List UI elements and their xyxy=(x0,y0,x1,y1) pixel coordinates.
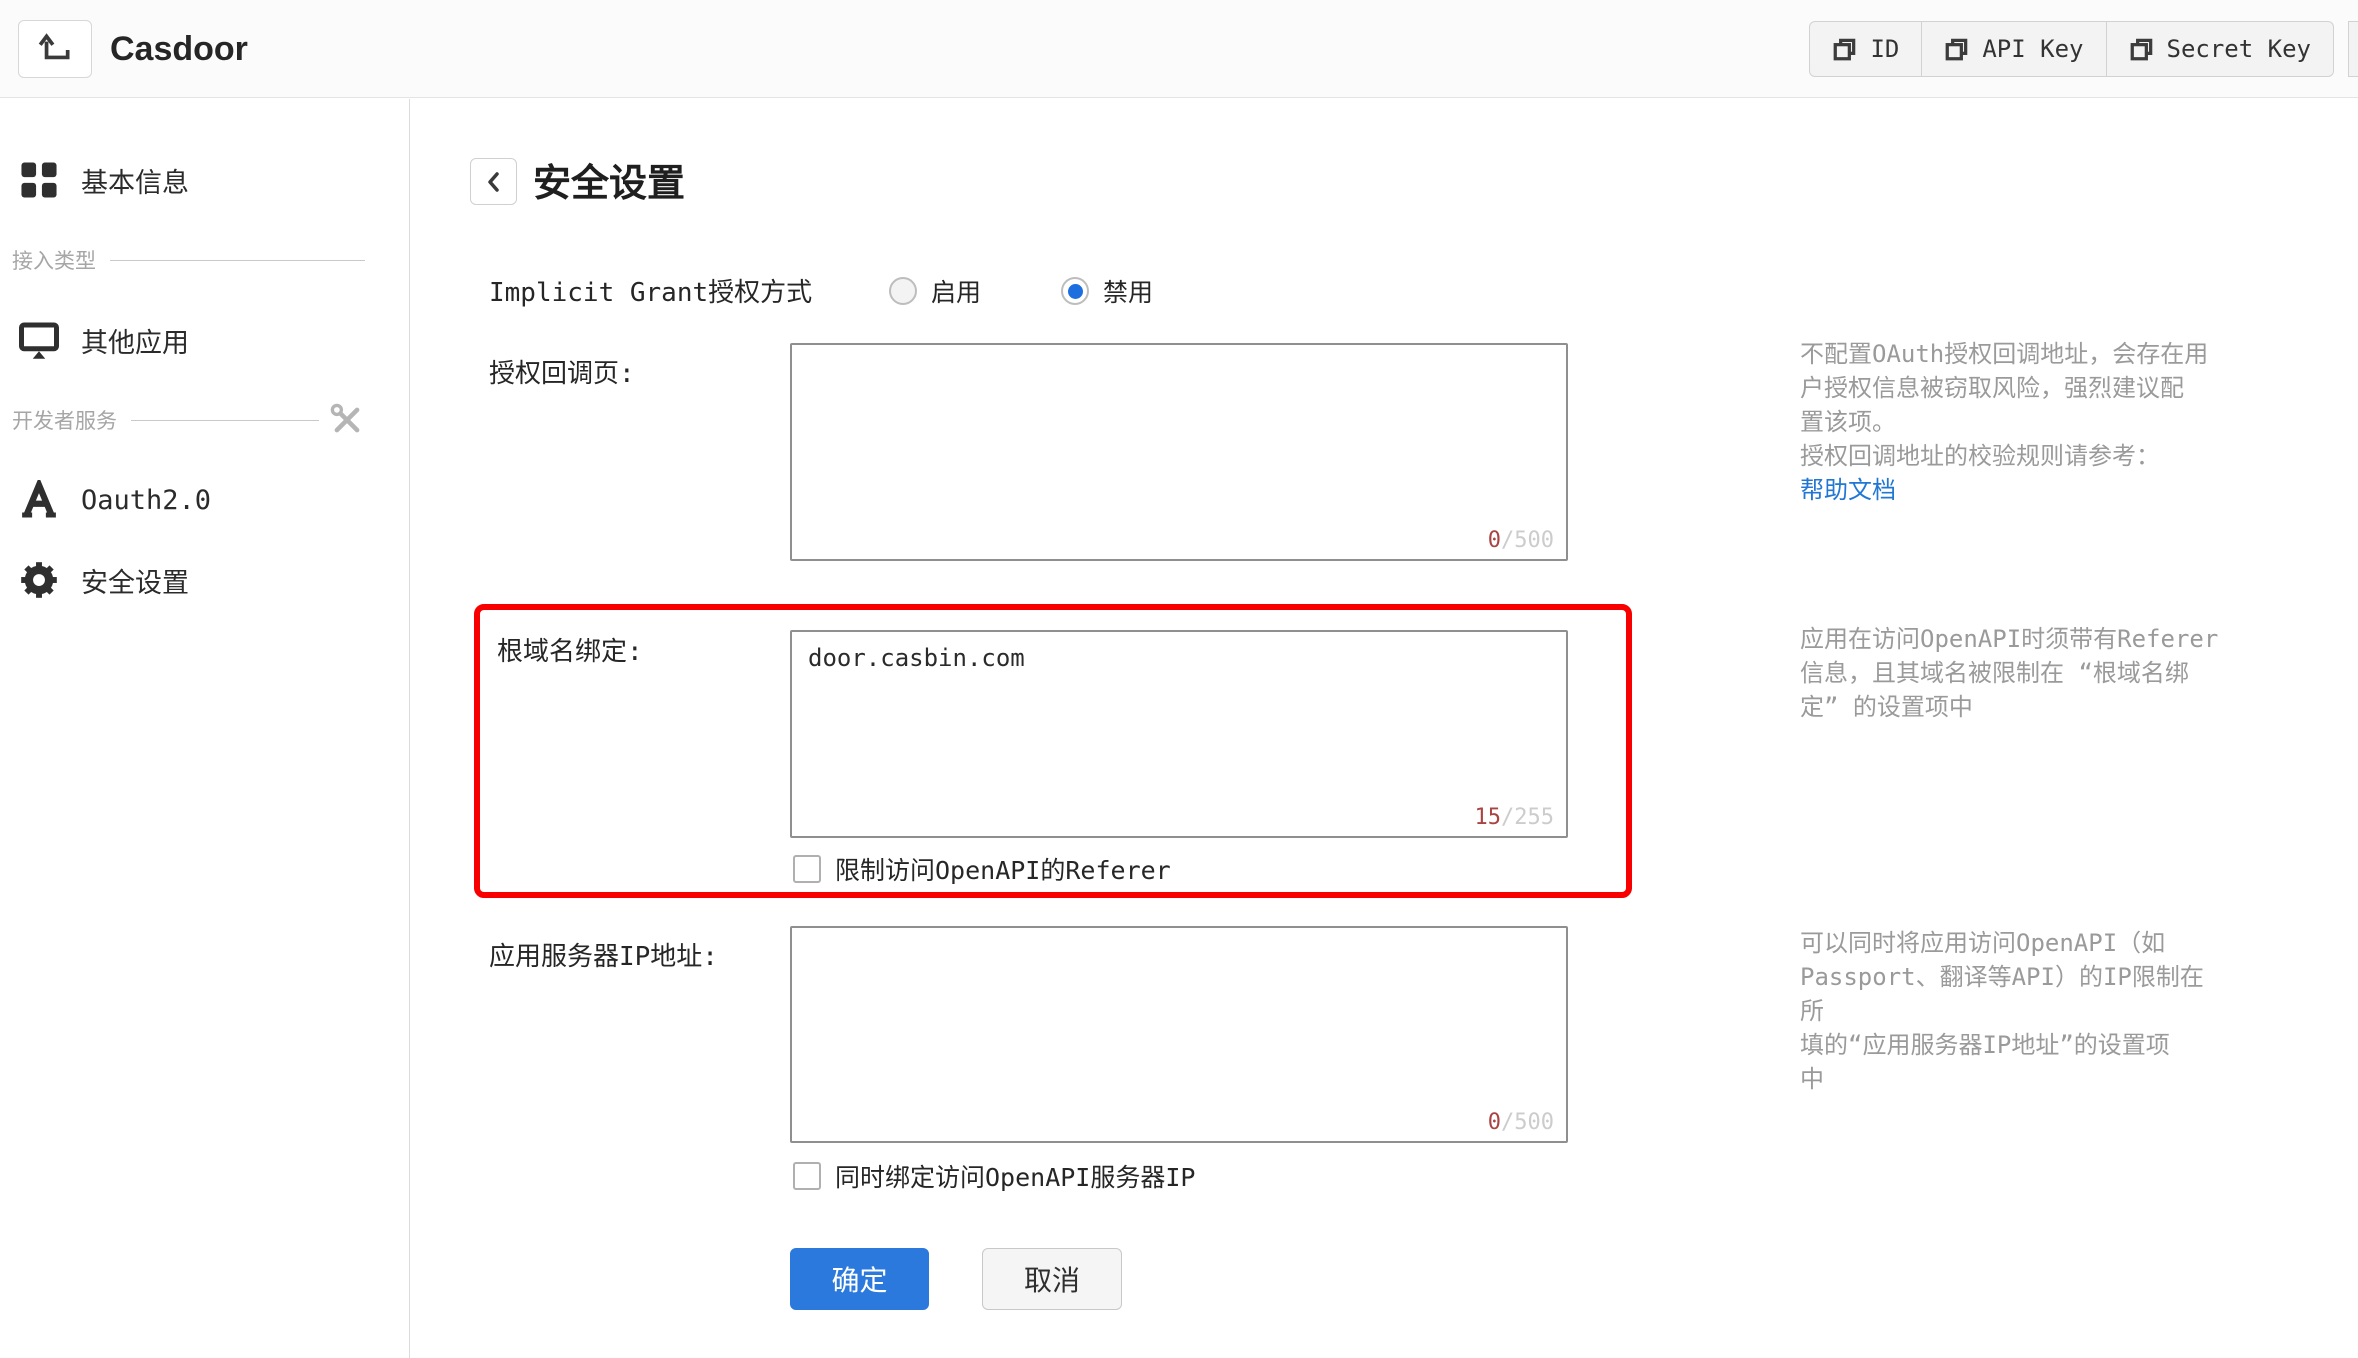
sidebar-item-label: 基本信息 xyxy=(81,167,189,199)
copy-id-button[interactable]: ID xyxy=(1809,21,1923,77)
help-doc-link[interactable]: 帮助文档 xyxy=(1800,473,2220,507)
help-line: 户授权信息被窃取风险，强烈建议配 xyxy=(1800,374,2184,402)
copy-secret-key-button[interactable]: Secret Key xyxy=(2106,21,2334,77)
sidebar-item-security-settings[interactable]: 安全设置 xyxy=(0,540,409,620)
sidebar-item-label: Oauth2.0 xyxy=(81,484,212,516)
radio-enable-label: 启用 xyxy=(931,278,982,307)
server-ip-textarea[interactable] xyxy=(790,926,1568,1143)
root-domain-field: door.casbin.com 15/255 xyxy=(790,630,1568,838)
sidebar-section-developer-services: 开发者服务 xyxy=(0,380,409,460)
server-ip-field: 0/500 xyxy=(790,926,1568,1143)
radio-disable[interactable] xyxy=(1061,277,1089,305)
cancel-button[interactable]: 取消 xyxy=(982,1248,1122,1310)
radio-disable-label: 禁用 xyxy=(1103,278,1154,307)
page-title: 安全设置 xyxy=(533,163,686,205)
server-ip-label: 应用服务器IP地址: xyxy=(489,942,718,972)
bind-openapi-ip-label: 同时绑定访问OpenAPI服务器IP xyxy=(835,1163,1196,1192)
grid-icon xyxy=(15,161,63,199)
help-callback-urls: 不配置OAuth授权回调地址，会存在用 户授权信息被窃取风险，强烈建议配 置该项… xyxy=(1800,337,2220,507)
help-line: 置该项。 xyxy=(1800,408,1896,436)
referer-restrict-label: 限制访问OpenAPI的Referer xyxy=(835,856,1171,885)
help-line: 定” 的设置项中 xyxy=(1800,693,1973,721)
casdoor-app: Casdoor ID API Key Secret Key 基本信息 接入类型 … xyxy=(0,0,2358,1358)
callback-urls-textarea[interactable] xyxy=(790,343,1568,561)
referer-restrict-checkbox-row[interactable]: 限制访问OpenAPI的Referer xyxy=(793,851,1171,887)
help-line: Passport、翻译等API）的IP限制在所 xyxy=(1800,963,2204,1025)
oauth-icon xyxy=(15,480,63,520)
sidebar-section-label: 接入类型 xyxy=(12,249,96,273)
sidebar-item-label: 其他应用 xyxy=(81,327,189,359)
root-domain-textarea[interactable]: door.casbin.com xyxy=(790,630,1568,838)
bind-openapi-ip-checkbox-row[interactable]: 同时绑定访问OpenAPI服务器IP xyxy=(793,1158,1195,1194)
sidebar-item-label: 安全设置 xyxy=(81,567,189,599)
return-arrow-icon xyxy=(36,32,74,66)
sidebar-item-other-apps[interactable]: 其他应用 xyxy=(0,300,409,380)
callback-urls-field: 0/500 xyxy=(790,343,1568,561)
referer-restrict-checkbox[interactable] xyxy=(793,855,821,883)
help-line: 可以同时将应用访问OpenAPI（如 xyxy=(1800,929,2166,957)
help-root-domain: 应用在访问OpenAPI时须带有Referer 信息，且其域名被限制在 “根域名… xyxy=(1800,622,2220,724)
section-divider-line xyxy=(131,419,319,421)
return-button[interactable] xyxy=(18,20,92,78)
page-back-button[interactable] xyxy=(470,158,517,205)
help-line: 授权回调地址的校验规则请参考： xyxy=(1800,442,2160,470)
help-line: 应用在访问OpenAPI时须带有Referer xyxy=(1800,625,2219,653)
copy-api-key-button[interactable]: API Key xyxy=(1922,21,2107,77)
implicit-grant-label: Implicit Grant授权方式 xyxy=(489,278,813,308)
help-line: 信息，且其域名被限制在 “根域名绑 xyxy=(1800,659,2189,687)
help-line: 填的“应用服务器IP地址”的设置项 xyxy=(1800,1031,2170,1059)
copy-button-group: ID API Key Secret Key xyxy=(1809,21,2334,77)
help-line: 不配置OAuth授权回调地址，会存在用 xyxy=(1800,340,2209,368)
radio-option-disable[interactable]: 禁用 xyxy=(1061,273,1153,309)
copy-icon xyxy=(1832,36,1858,62)
tools-icon xyxy=(329,402,365,438)
monitor-icon xyxy=(15,320,63,360)
root-domain-label: 根域名绑定: xyxy=(497,637,643,667)
section-divider-line xyxy=(110,259,365,261)
sidebar: 基本信息 接入类型 其他应用 开发者服务 Oauth2.0 安全设置 xyxy=(0,99,410,1358)
copy-id-label: ID xyxy=(1870,35,1900,63)
clipped-button-edge xyxy=(2348,21,2358,77)
copy-icon xyxy=(2129,36,2155,62)
copy-api-key-label: API Key xyxy=(1982,35,2084,63)
sidebar-section-label: 开发者服务 xyxy=(12,409,117,433)
bind-openapi-ip-checkbox[interactable] xyxy=(793,1162,821,1190)
sidebar-item-oauth[interactable]: Oauth2.0 xyxy=(0,460,409,540)
chevron-left-icon xyxy=(482,169,506,195)
radio-option-enable[interactable]: 启用 xyxy=(889,273,981,309)
copy-secret-key-label: Secret Key xyxy=(2166,35,2312,63)
help-line: 中 xyxy=(1800,1065,1824,1093)
top-header: Casdoor ID API Key Secret Key xyxy=(0,0,2358,98)
sidebar-item-basic-info[interactable]: 基本信息 xyxy=(0,140,409,220)
gear-icon xyxy=(15,561,63,599)
confirm-button[interactable]: 确定 xyxy=(790,1248,929,1310)
radio-enable[interactable] xyxy=(889,277,917,305)
copy-icon xyxy=(1944,36,1970,62)
app-title: Casdoor xyxy=(110,29,248,68)
help-server-ip: 可以同时将应用访问OpenAPI（如 Passport、翻译等API）的IP限制… xyxy=(1800,926,2220,1096)
sidebar-section-access-type: 接入类型 xyxy=(0,220,409,300)
callback-urls-label: 授权回调页: xyxy=(489,359,635,389)
